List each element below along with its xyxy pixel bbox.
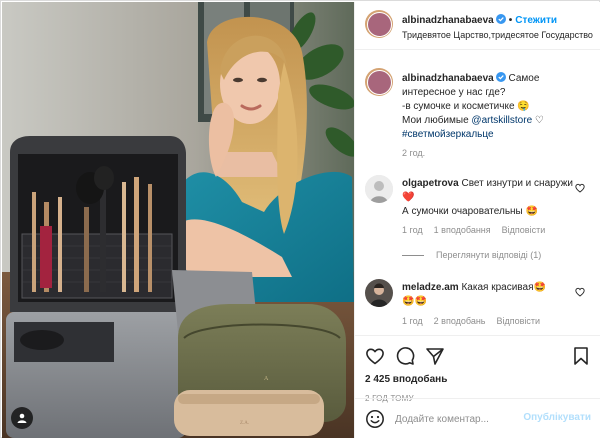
add-comment-bar: Опублікувати	[355, 398, 600, 438]
comment-body-line-2: А сумочки очаровательны 🤩	[402, 206, 538, 217]
caption-time[interactable]: 2 год.	[402, 148, 425, 158]
comment-body-line-1: Какая красивая🤩	[461, 282, 546, 293]
comments-list[interactable]: albinadzhanabaeva Самое интересное у нас…	[355, 51, 600, 335]
comment-username[interactable]: olgapetrova	[402, 178, 459, 189]
comment-like-heart-icon[interactable]	[575, 183, 585, 193]
comment-meta: 1 год 1 вподобання Відповісти	[402, 225, 556, 235]
comment-username[interactable]: meladze.am	[402, 282, 459, 293]
author-line: albinadzhanabaeva • Стежити	[402, 14, 557, 26]
publish-comment-button[interactable]: Опублікувати	[523, 412, 591, 423]
comment-time[interactable]: 1 год	[402, 316, 423, 326]
post-photo-illustration: A Z.A.	[2, 2, 354, 438]
comment-like-heart-icon[interactable]	[575, 287, 585, 297]
author-username[interactable]: albinadzhanabaeva	[402, 15, 494, 26]
header-separator: •	[508, 15, 513, 26]
comment-text: meladze.am Какая красивая🤩 🤩🤩	[402, 281, 582, 309]
verified-badge-icon	[495, 14, 506, 24]
follow-button[interactable]: Стежити	[515, 15, 557, 26]
caption-username[interactable]: albinadzhanabaeva	[402, 73, 494, 84]
verified-badge-icon	[495, 72, 506, 82]
caption-avatar[interactable]	[365, 68, 393, 96]
caption-line-2: -в сумочке и косметичке 🤤	[402, 101, 530, 112]
caption-mention-link[interactable]: @artskillstore	[471, 115, 532, 126]
caption-heart: ♡	[534, 115, 544, 126]
post-header: albinadzhanabaeva • Стежити Тридевятое Цар…	[355, 2, 600, 50]
post-location[interactable]: Тридевятое Царство,тридесятое Государств…	[402, 30, 593, 40]
comment-likes[interactable]: 1 вподобання	[434, 225, 491, 235]
emoji-icon[interactable]	[365, 409, 385, 429]
caption-text: albinadzhanabaeva Самое интересное у нас…	[402, 72, 582, 142]
share-icon[interactable]	[425, 346, 445, 366]
comment-meta: 1 год 2 вподобань Відповісти	[402, 316, 551, 326]
svg-text:A: A	[264, 376, 269, 382]
heart-icon[interactable]	[365, 346, 385, 366]
comment-icon[interactable]	[395, 346, 415, 366]
comment-likes[interactable]: 2 вподобань	[434, 316, 486, 326]
likes-count[interactable]: 2 425 вподобань	[365, 374, 447, 385]
comment-text: olgapetrova Свет изнутри и снаружи ❤️ А …	[402, 177, 582, 219]
comment-avatar[interactable]	[365, 279, 393, 307]
post-photo[interactable]: A Z.A.	[2, 2, 354, 438]
post-sidebar: albinadzhanabaeva • Стежити Тридевятое Цар…	[354, 2, 600, 438]
view-replies-button[interactable]: Переглянути відповіді (1)	[402, 250, 541, 260]
comment-time[interactable]: 1 год	[402, 225, 423, 235]
comment-reply-button[interactable]: Відповісти	[502, 225, 546, 235]
comment-input[interactable]	[395, 410, 515, 428]
replies-divider	[402, 255, 424, 257]
caption-line-3: Мои любимые	[402, 115, 472, 126]
bookmark-icon[interactable]	[571, 346, 591, 366]
instagram-post-modal: A Z.A. albinadzhanabaeva • Стежити Тридевя…	[0, 0, 600, 438]
comment-body-line-2: 🤩🤩	[402, 296, 427, 307]
view-replies-label: Переглянути відповіді (1)	[436, 250, 542, 260]
author-avatar[interactable]	[365, 10, 393, 38]
avatar-image	[365, 175, 393, 203]
user-tag-button[interactable]	[11, 407, 33, 429]
svg-text:Z.A.: Z.A.	[240, 421, 249, 426]
comment-avatar[interactable]	[365, 175, 393, 203]
comment-reply-button[interactable]: Відповісти	[497, 316, 541, 326]
user-tag-icon	[17, 413, 27, 423]
caption-hashtag-link[interactable]: #светмойзеркальце	[402, 129, 494, 140]
avatar-image	[365, 279, 393, 307]
